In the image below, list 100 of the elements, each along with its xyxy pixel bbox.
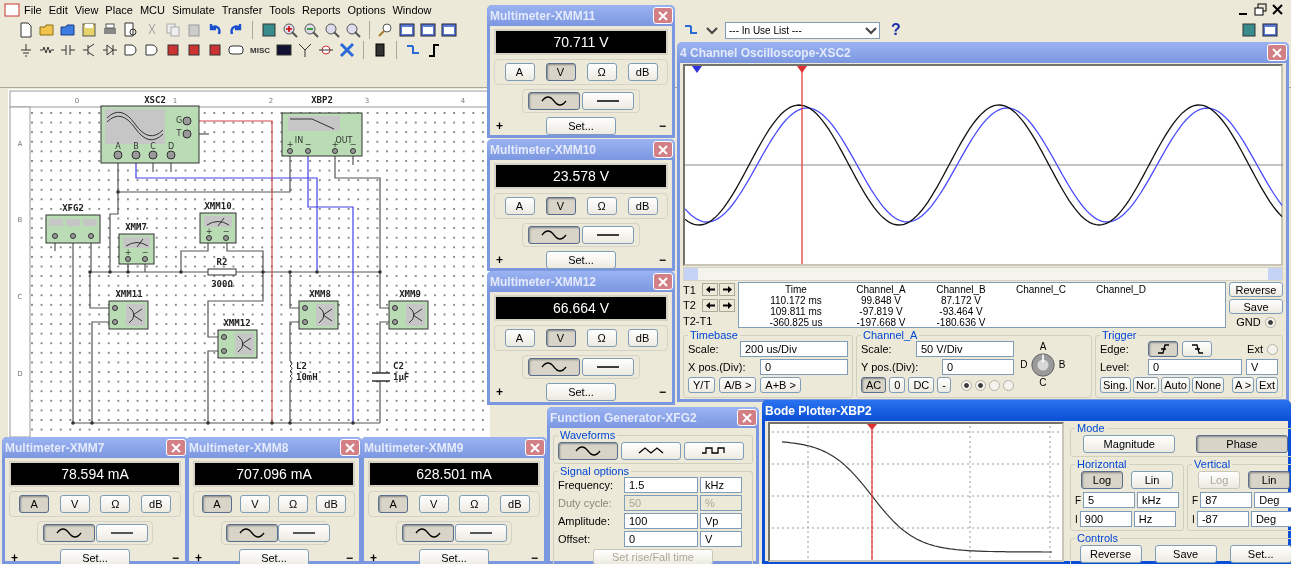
close-button[interactable] — [653, 7, 673, 24]
meter-icon[interactable] — [372, 42, 388, 58]
unit-field[interactable]: kHz — [1137, 492, 1180, 508]
dc-button[interactable] — [454, 524, 507, 542]
waveform-button[interactable] — [621, 442, 681, 460]
edge-button[interactable] — [1148, 341, 1178, 357]
magnifier-icon[interactable] — [345, 22, 361, 38]
trigger-source-button[interactable]: A > — [1231, 377, 1255, 393]
coupling-button[interactable]: 0 — [889, 377, 906, 393]
control-button[interactable]: Set... — [1229, 545, 1291, 563]
limit-field[interactable]: 900 — [1079, 511, 1132, 527]
mode-button[interactable]: A — [202, 495, 232, 513]
panel-icon[interactable] — [441, 22, 457, 38]
ac-button[interactable] — [226, 524, 278, 542]
close-button[interactable] — [1267, 44, 1287, 61]
coupling-button[interactable]: AC — [861, 377, 887, 393]
help-icon[interactable]: ? — [891, 21, 901, 39]
voltmeter-symbol[interactable] — [199, 212, 237, 244]
ext-radio[interactable] — [1267, 343, 1278, 355]
in-use-list-dropdown[interactable]: --- In Use List --- — [725, 21, 880, 39]
limit-field[interactable]: -87 — [1196, 511, 1249, 527]
close-button[interactable] — [166, 439, 186, 456]
value-field[interactable]: 100 — [624, 513, 698, 529]
antenna-icon[interactable] — [297, 42, 313, 58]
capacitor-icon[interactable] — [60, 42, 76, 58]
mode-button[interactable]: A — [504, 197, 535, 215]
menu-item[interactable]: Simulate — [168, 4, 218, 16]
display-mode-button[interactable]: A/B > — [719, 377, 757, 393]
voltmeter-symbol[interactable] — [118, 233, 155, 265]
display-mode-button[interactable]: Y/T — [688, 377, 716, 393]
mode-button[interactable]: Ω — [459, 495, 490, 513]
display-mode-button[interactable]: A+B > — [760, 377, 801, 393]
channel-radio[interactable] — [1002, 379, 1014, 391]
mode-button[interactable]: V — [545, 329, 576, 347]
mode-button[interactable]: dB — [627, 197, 658, 215]
mode-button[interactable]: A — [504, 329, 535, 347]
scrollbar[interactable] — [683, 267, 1283, 281]
transistor-icon[interactable] — [81, 42, 97, 58]
close-button[interactable] — [525, 439, 545, 456]
scale-field[interactable]: 200 us/Div — [740, 341, 848, 357]
step-icon[interactable] — [426, 42, 442, 58]
monitor-icon[interactable] — [276, 42, 292, 58]
resistor-symbol[interactable] — [207, 268, 237, 276]
function-generator-symbol[interactable] — [45, 214, 101, 244]
limit-field[interactable]: 5 — [1083, 492, 1136, 508]
menu-item[interactable]: Edit — [45, 4, 71, 16]
unit-field[interactable]: kHz — [700, 477, 742, 493]
channel-radio[interactable] — [988, 379, 1000, 391]
menu-item[interactable]: Tools — [266, 4, 298, 16]
scale-button[interactable]: Lin — [1248, 471, 1291, 489]
clipboard-icon[interactable] — [186, 22, 202, 38]
mode-button[interactable]: Ω — [278, 495, 308, 513]
diode-icon[interactable] — [102, 42, 118, 58]
window-icon[interactable] — [1241, 22, 1257, 38]
chip-icon[interactable] — [186, 42, 202, 58]
cursor-left-button[interactable] — [702, 299, 718, 312]
channel-radio[interactable] — [974, 379, 986, 391]
window-icon[interactable] — [261, 22, 277, 38]
mode-button[interactable]: dB — [140, 495, 171, 513]
scale-button[interactable]: Log — [1081, 471, 1124, 489]
mode-button[interactable]: dB — [627, 63, 658, 81]
menu-item[interactable]: Options — [344, 4, 389, 16]
display-icon[interactable] — [228, 42, 244, 58]
mode-button[interactable]: Ω — [586, 197, 617, 215]
menu-item[interactable]: Window — [389, 4, 435, 16]
trigger-mode-button[interactable]: None — [1191, 377, 1225, 393]
bode-plotter-symbol[interactable] — [281, 112, 363, 157]
mode-button[interactable]: V — [59, 495, 90, 513]
coupling-button[interactable]: - — [937, 377, 951, 393]
cursor-marker[interactable] — [797, 66, 807, 73]
mode-button[interactable]: V — [240, 495, 270, 513]
mode-button[interactable]: V — [545, 197, 576, 215]
unit-field[interactable]: V — [700, 531, 742, 547]
ammeter-symbol[interactable] — [108, 300, 149, 330]
menu-item[interactable]: MCU — [136, 4, 168, 16]
mode-button[interactable]: Ω — [100, 495, 131, 513]
ammeter-symbol[interactable] — [298, 300, 339, 330]
coupling-button[interactable]: DC — [908, 377, 935, 393]
mode-button[interactable]: A — [504, 63, 535, 81]
connector-icon[interactable] — [318, 42, 334, 58]
waveform-button[interactable] — [684, 442, 744, 460]
mode-button[interactable]: Ω — [586, 63, 617, 81]
zoom-in-icon[interactable] — [282, 22, 298, 38]
ammeter-symbol[interactable] — [217, 329, 258, 359]
cursor-marker[interactable] — [692, 66, 702, 73]
mode-button[interactable]: V — [418, 495, 449, 513]
unit-field[interactable]: Vp — [700, 513, 742, 529]
channel-selector-knob[interactable] — [1030, 353, 1055, 377]
close-button[interactable] — [737, 409, 757, 426]
dc-button[interactable] — [582, 92, 634, 110]
scale-button[interactable]: Lin — [1131, 471, 1174, 489]
oscilloscope-symbol[interactable] — [100, 105, 200, 164]
set-button[interactable]: Set... — [419, 549, 489, 564]
trigger-source-button[interactable]: Ext — [1256, 377, 1278, 393]
value-field[interactable]: 0 — [624, 531, 698, 547]
panel-icon[interactable] — [420, 22, 436, 38]
control-button[interactable]: Reverse — [1079, 545, 1142, 563]
gnd-radio[interactable] — [1264, 316, 1276, 328]
ground-icon[interactable] — [18, 42, 34, 58]
ac-button[interactable] — [42, 524, 95, 542]
